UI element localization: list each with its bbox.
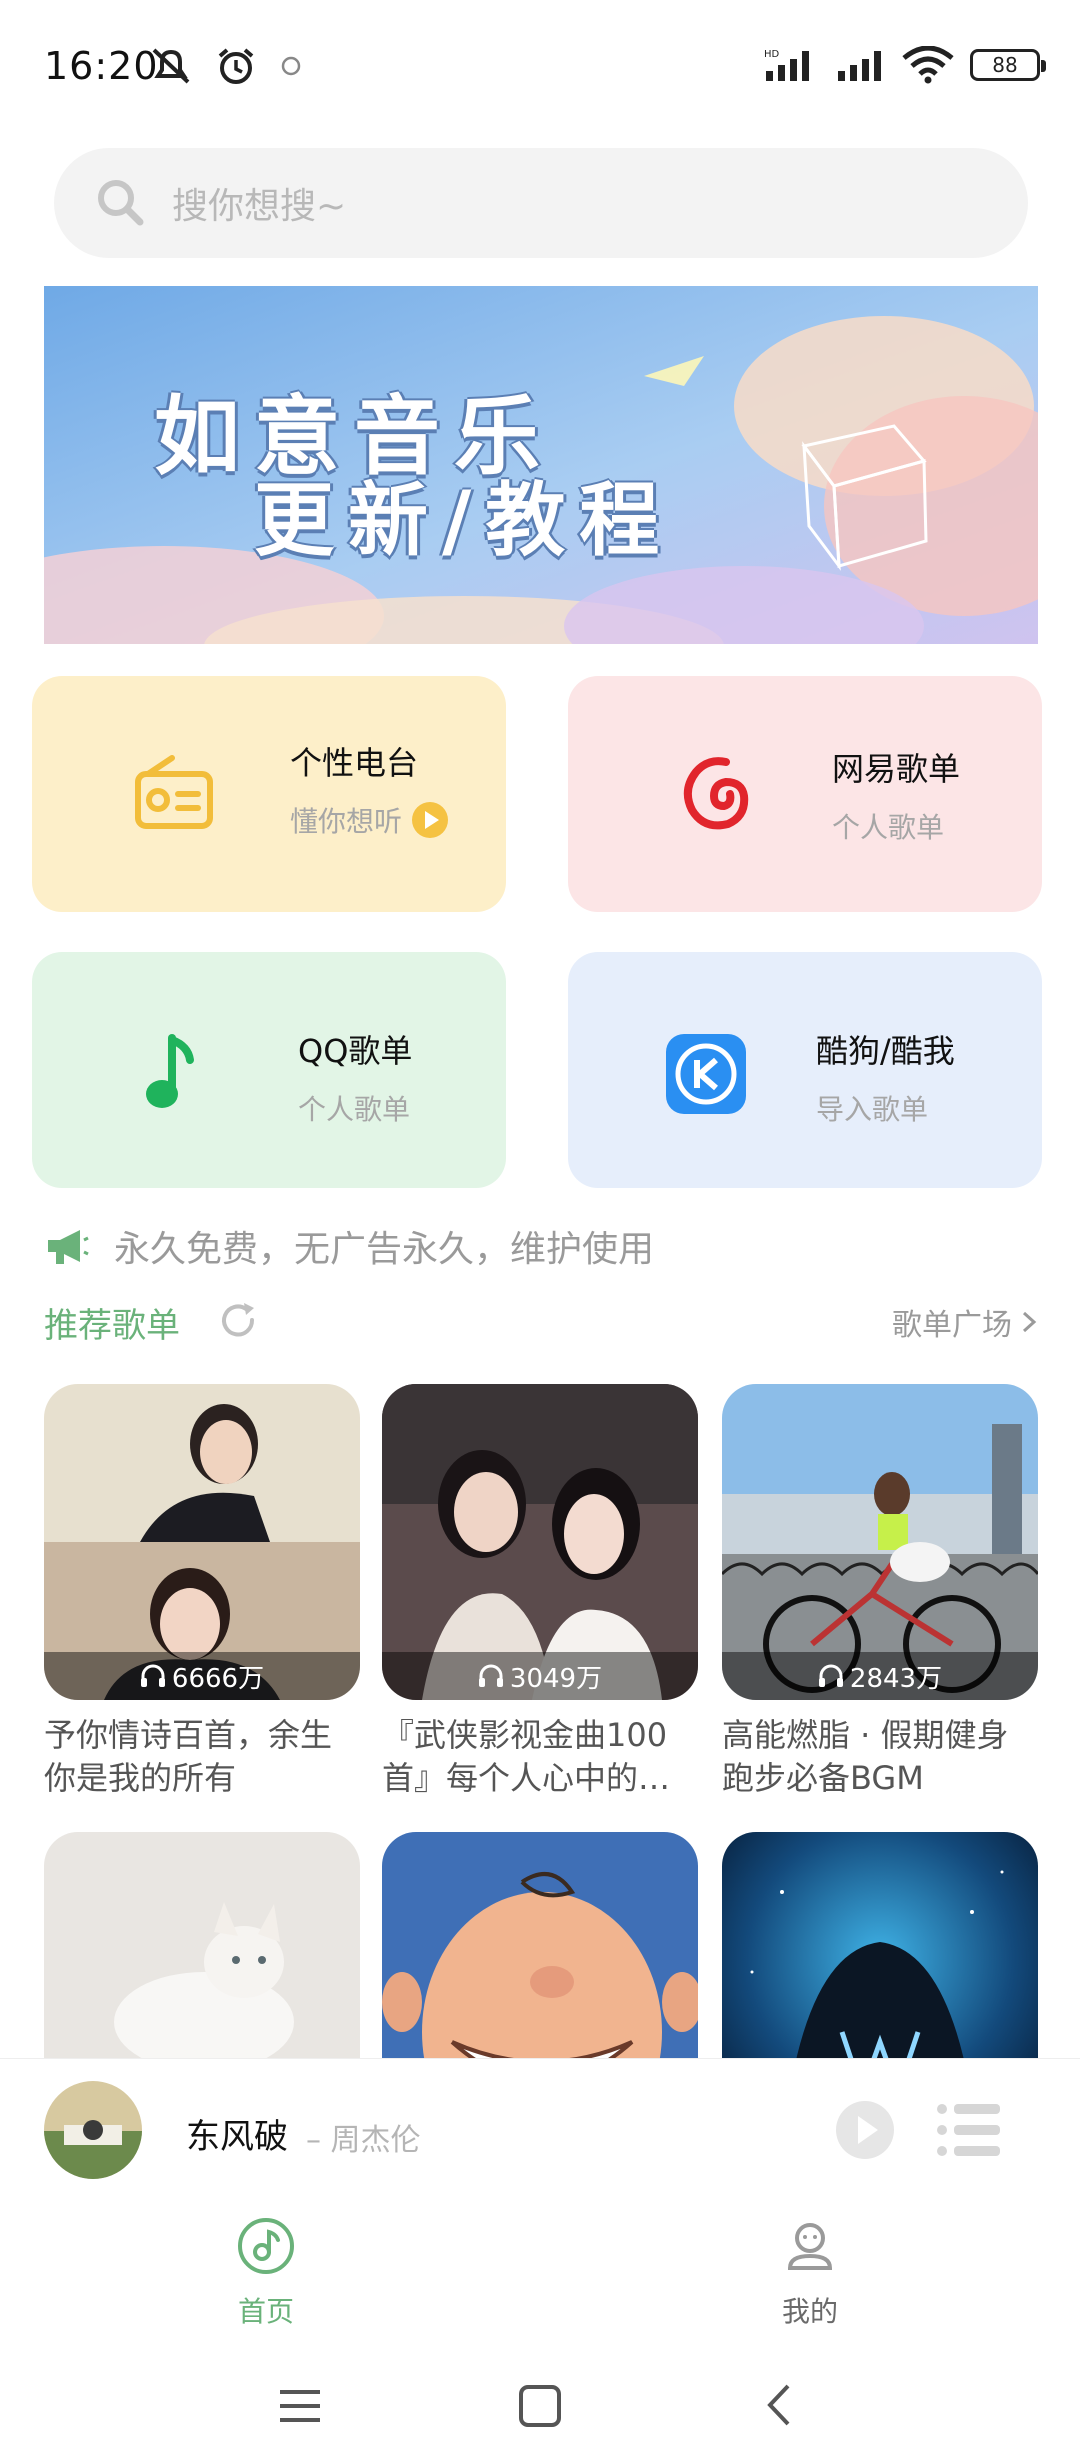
nav-home[interactable]: 首页: [166, 2216, 366, 2330]
playlist-title: 『武侠影视金曲100首』每个人心中的…: [382, 1716, 671, 1797]
play-count: 2843万: [722, 1652, 1038, 1700]
chevron-right-icon: [1022, 1311, 1037, 1333]
megaphone-icon: [48, 1230, 89, 1264]
play-count-value: 3049万: [509, 1663, 603, 1694]
card-qq-playlist[interactable]: QQ歌单 个人歌单: [32, 952, 506, 1188]
play-button[interactable]: [834, 2099, 896, 2161]
playlist-plaza-label: 歌单广场: [892, 1308, 1012, 1343]
bottom-nav: 首页 我的: [0, 2198, 1080, 2348]
now-playing-artist: – 周杰伦: [306, 2123, 421, 2158]
radio-icon: [130, 750, 218, 838]
alarm-icon: [218, 48, 254, 84]
signal-icon: [838, 51, 881, 81]
playlist-title: 高能燃脂 · 假期健身跑步必备BGM: [722, 1716, 1009, 1797]
status-icons-right: HD 88: [764, 46, 1046, 84]
card-title: 网易歌单: [832, 750, 961, 788]
playlist-plaza-link[interactable]: 歌单广场: [892, 1300, 1040, 1344]
search-bar[interactable]: 搜你想搜~: [54, 148, 1028, 258]
signal-hd-icon: HD: [764, 49, 809, 81]
card-subtitle: 导入歌单: [816, 1093, 929, 1126]
app-notification-icon: [281, 56, 301, 76]
card-subtitle: 懂你想听: [290, 805, 403, 838]
play-count: 3049万: [382, 1652, 698, 1700]
status-bar: 16:20 HD 88: [0, 0, 1080, 135]
album-art[interactable]: [44, 2081, 142, 2179]
music-disc-icon: [238, 2218, 294, 2274]
nav-mine-label: 我的: [781, 2295, 838, 2328]
playlist-card[interactable]: 6666万 予你情诗百首，余生你是我的所有: [44, 1384, 360, 1800]
card-title: QQ歌单: [298, 1032, 413, 1070]
headphones-icon: [818, 1664, 843, 1687]
playlist-cover: 6666万: [44, 1384, 360, 1700]
search-icon: [98, 180, 144, 226]
section-title: 推荐歌单: [44, 1306, 180, 1346]
notice-text: 永久免费，无广告永久，维护使用: [114, 1229, 655, 1270]
playlist-cover: 2843万: [722, 1384, 1038, 1700]
wifi-icon: [902, 46, 954, 84]
play-count: 6666万: [44, 1652, 360, 1700]
user-icon: [787, 2223, 833, 2270]
search-input[interactable]: 搜你想搜~: [172, 177, 346, 229]
playlist-queue-icon[interactable]: [936, 2101, 1002, 2159]
card-kugou-playlist[interactable]: 酷狗/酷我 导入歌单: [568, 952, 1042, 1188]
nav-mine[interactable]: 我的: [710, 2216, 910, 2330]
refresh-icon[interactable]: [218, 1300, 260, 1342]
play-badge-icon: [412, 802, 448, 838]
headphones-icon: [140, 1664, 165, 1687]
playlist-card[interactable]: 2843万 高能燃脂 · 假期健身跑步必备BGM: [722, 1384, 1038, 1800]
qq-music-icon: [130, 1030, 218, 1118]
mini-player[interactable]: 东风破 – 周杰伦: [0, 2058, 1080, 2198]
card-subtitle: 个人歌单: [298, 1093, 411, 1126]
play-count-value: 2843万: [849, 1663, 943, 1694]
card-personal-radio[interactable]: 个性电台 懂你想听: [32, 676, 506, 912]
status-time: 16:20: [44, 44, 159, 88]
menu-icon[interactable]: [278, 2386, 322, 2426]
home-square-icon[interactable]: [518, 2384, 562, 2428]
playlist-title: 予你情诗百首，余生你是我的所有: [44, 1716, 333, 1797]
battery-indicator: 88: [970, 49, 1046, 81]
nav-home-label: 首页: [237, 2295, 294, 2328]
now-playing-title: 东风破: [186, 2117, 288, 2157]
playlist-card[interactable]: 3049万 『武侠影视金曲100首』每个人心中的…: [382, 1384, 698, 1800]
card-title: 个性电台: [290, 744, 419, 782]
card-title: 酷狗/酷我: [816, 1032, 955, 1070]
headphones-icon: [478, 1664, 503, 1687]
card-netease-playlist[interactable]: 网易歌单 个人歌单: [568, 676, 1042, 912]
svg-text:HD: HD: [764, 49, 780, 60]
status-icons-left: [148, 46, 304, 86]
notice-bar: 永久免费，无广告永久，维护使用: [44, 1220, 654, 1272]
back-icon[interactable]: [764, 2382, 794, 2428]
mute-icon: [152, 48, 190, 84]
system-nav-bar: [0, 2350, 1080, 2460]
banner[interactable]: 如意音乐 更新/教程: [44, 286, 1038, 644]
card-subtitle: 个人歌单: [832, 811, 945, 844]
play-count-value: 6666万: [171, 1663, 265, 1694]
kugou-icon: [662, 1030, 750, 1118]
banner-title-line2: 更新/教程: [254, 474, 674, 567]
netease-icon: [672, 750, 760, 838]
playlist-cover: 3049万: [382, 1384, 698, 1700]
